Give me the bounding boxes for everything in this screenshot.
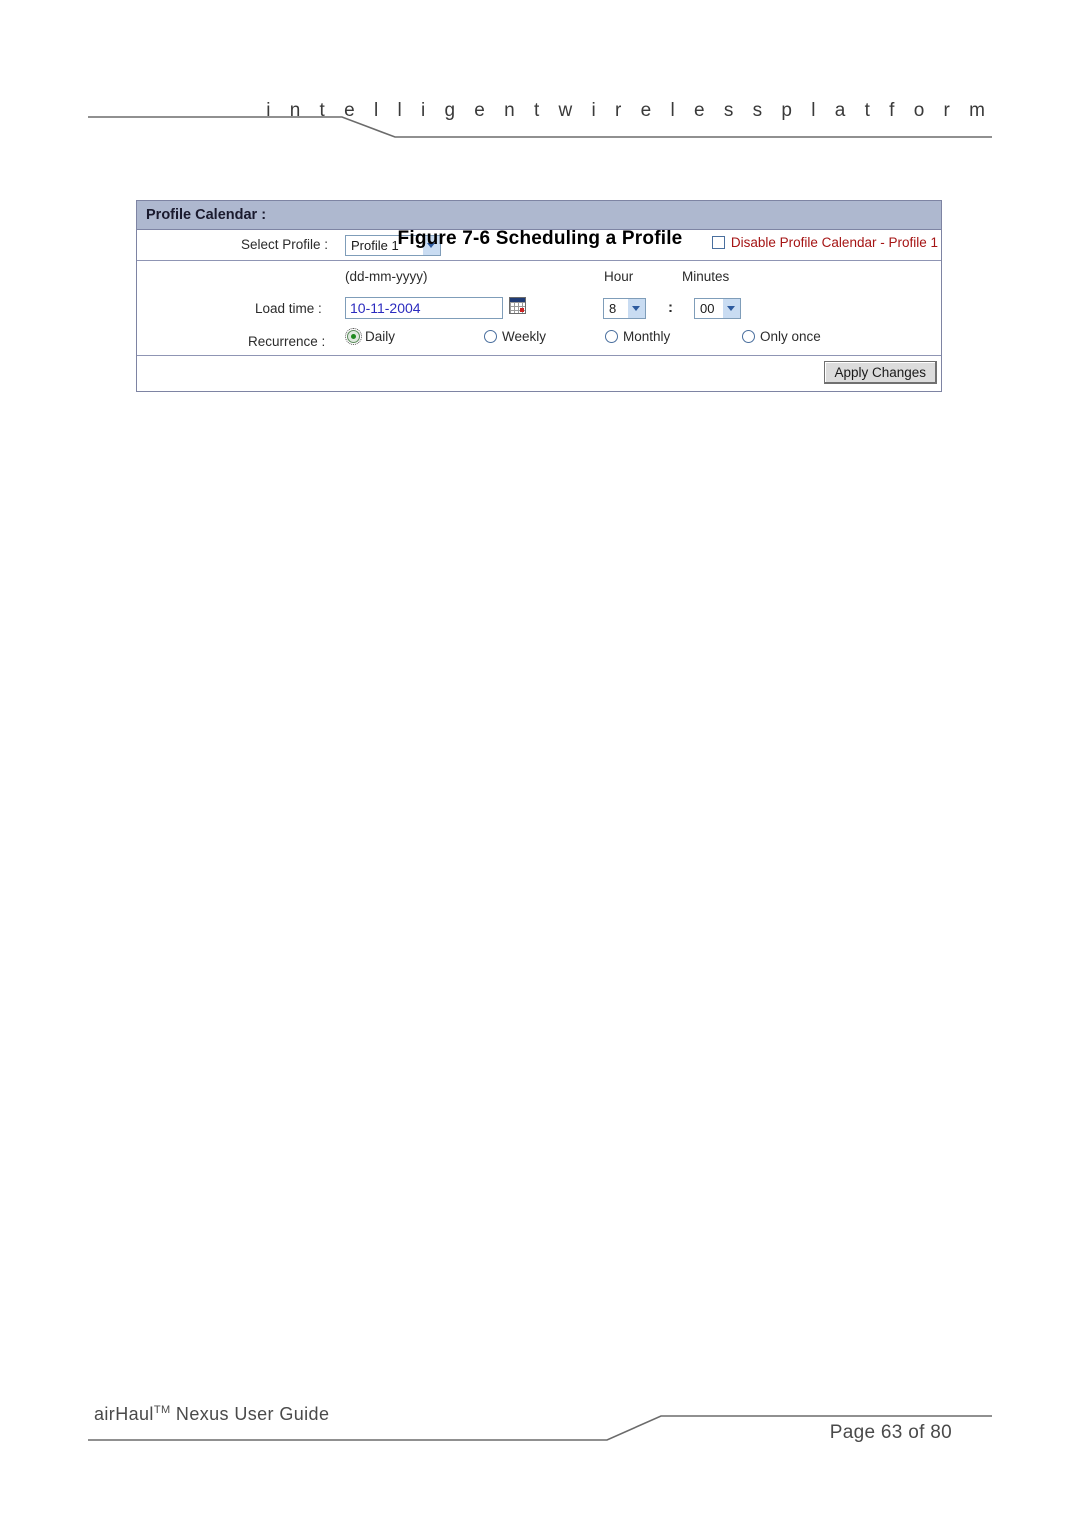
- header-tagline: i n t e l l i g e n t w i r e l e s s p …: [266, 100, 992, 121]
- schedule-settings-row: (dd-mm-yyyy) Hour Minutes Load time : 10…: [137, 261, 941, 356]
- footer-document-title-rest: Nexus User Guide: [170, 1404, 330, 1424]
- page-header-banner: i n t e l l i g e n t w i r e l e s s p …: [88, 96, 992, 140]
- footer-document-title-main: airHaul: [94, 1404, 154, 1424]
- minutes-label: Minutes: [682, 269, 730, 284]
- radio-only-once-icon[interactable]: [742, 330, 755, 343]
- radio-daily-icon[interactable]: [345, 328, 362, 345]
- recurrence-option-weekly[interactable]: Weekly: [484, 329, 546, 344]
- footer-document-title: airHaulTM Nexus User Guide: [94, 1404, 329, 1425]
- recurrence-option-weekly-label: Weekly: [502, 329, 547, 344]
- time-separator: :: [668, 299, 673, 316]
- calendar-icon-grid: [510, 302, 525, 313]
- chevron-down-icon[interactable]: [722, 299, 740, 318]
- minutes-value: 00: [700, 301, 715, 316]
- radio-monthly-icon[interactable]: [605, 330, 618, 343]
- recurrence-option-daily[interactable]: Daily: [345, 328, 396, 345]
- recurrence-option-daily-label: Daily: [365, 329, 396, 344]
- calendar-icon-marked-day: [520, 308, 524, 312]
- footer-page-number: Page 63 of 80: [829, 1422, 952, 1443]
- load-time-label: Load time :: [255, 301, 322, 316]
- panel-title: Profile Calendar :: [137, 201, 941, 230]
- recurrence-option-monthly[interactable]: Monthly: [605, 329, 670, 344]
- hour-label: Hour: [604, 269, 634, 284]
- radio-weekly-icon[interactable]: [484, 330, 497, 343]
- figure-caption: Figure 7-6 Scheduling a Profile: [397, 228, 683, 249]
- minutes-dropdown[interactable]: 00: [694, 298, 741, 319]
- apply-changes-button[interactable]: Apply Changes: [824, 361, 937, 384]
- date-format-hint: (dd-mm-yyyy): [345, 269, 428, 284]
- recurrence-option-only-once-label: Only once: [760, 329, 821, 344]
- load-time-date-input[interactable]: 10-11-2004: [345, 297, 503, 319]
- recurrence-option-only-once[interactable]: Only once: [742, 329, 821, 344]
- hour-value: 8: [609, 301, 617, 316]
- panel-actions-row: Apply Changes: [137, 356, 941, 391]
- hour-dropdown[interactable]: 8: [603, 298, 646, 319]
- trademark-icon: TM: [153, 1404, 171, 1416]
- recurrence-radio-group: Daily Weekly Monthly Only once: [137, 328, 941, 353]
- chevron-down-icon[interactable]: [627, 299, 645, 318]
- page-footer-banner: airHaulTM Nexus User Guide Page 63 of 80: [88, 1400, 992, 1456]
- recurrence-option-monthly-label: Monthly: [623, 329, 671, 344]
- calendar-picker-icon[interactable]: [509, 297, 526, 314]
